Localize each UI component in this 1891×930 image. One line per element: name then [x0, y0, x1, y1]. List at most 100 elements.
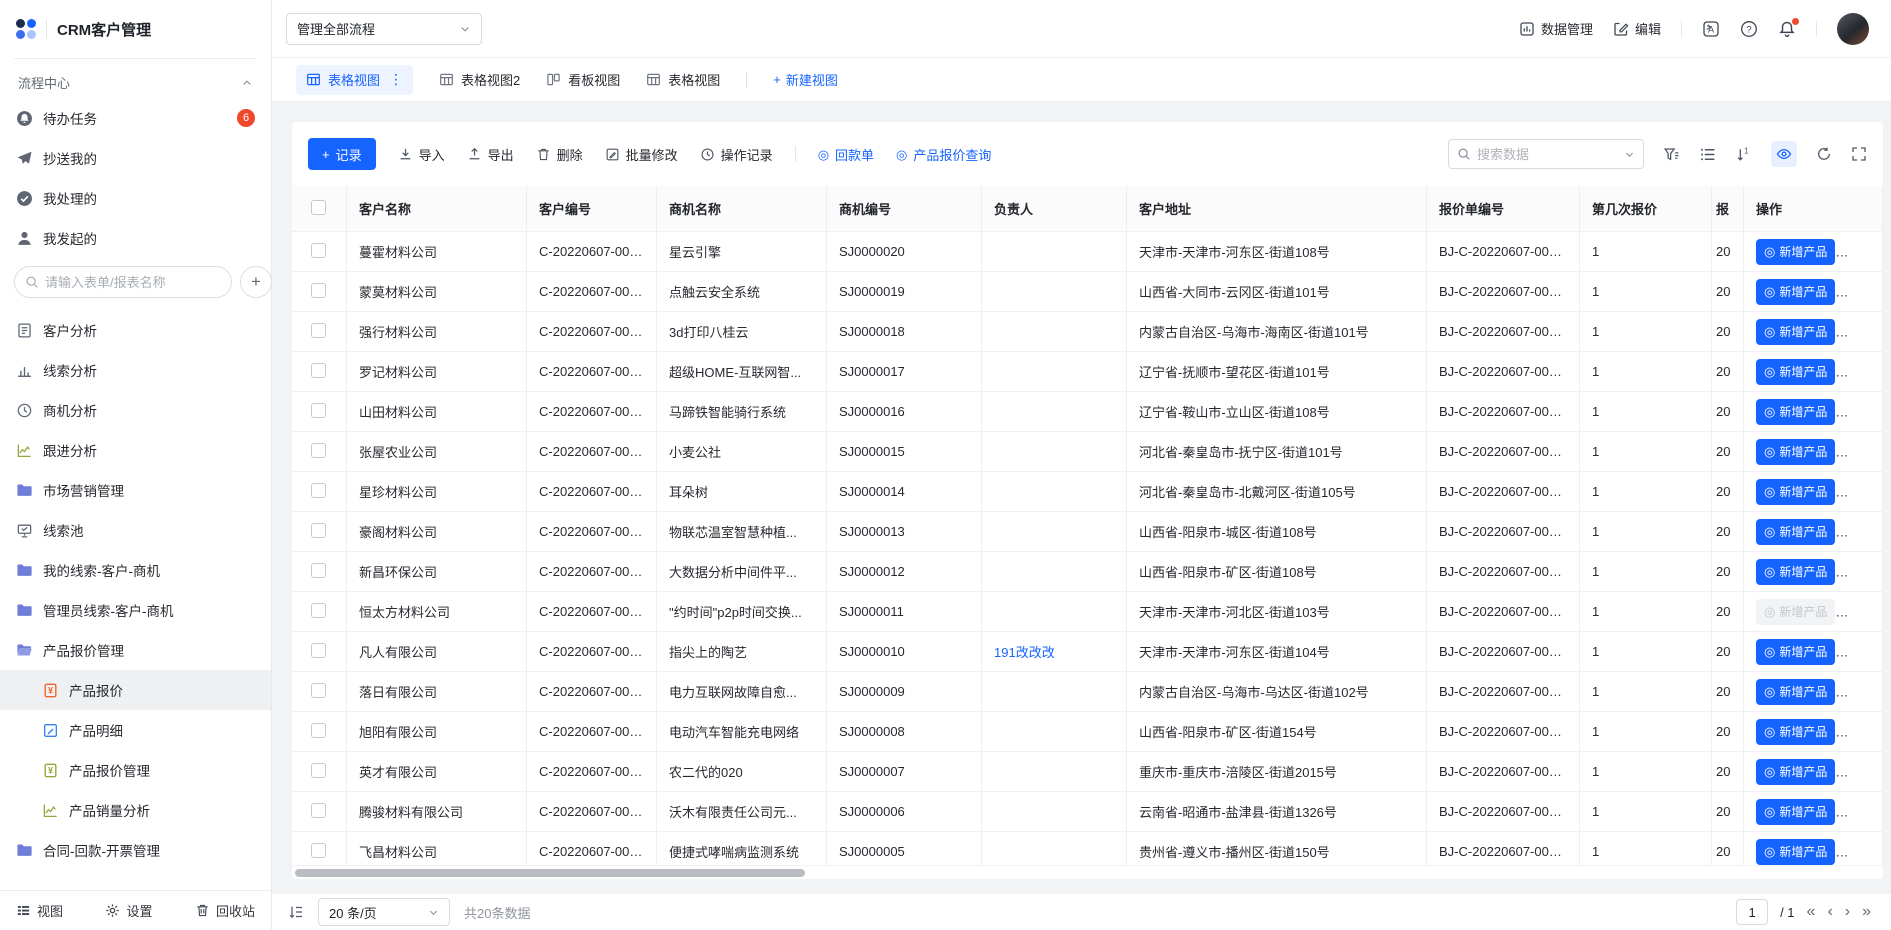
sidebar-item-todo-tasks[interactable]: 待办任务 6: [0, 98, 271, 138]
footer-settings-button[interactable]: 设置: [105, 901, 152, 920]
sidebar-item-menu[interactable]: 合同-回款-开票管理: [0, 830, 271, 870]
add-product-button[interactable]: ◎新增产品: [1756, 759, 1835, 785]
add-product-button[interactable]: ◎新增产品: [1756, 359, 1835, 385]
row-checkbox[interactable]: [311, 723, 326, 738]
row-checkbox[interactable]: [311, 363, 326, 378]
sidebar-item-active[interactable]: ¥产品报价: [0, 670, 271, 710]
payment-order-button[interactable]: ◎ 回款单: [818, 145, 874, 164]
sidebar-item-menu[interactable]: 线索分析: [0, 350, 271, 390]
batch-edit-button[interactable]: 批量修改: [605, 145, 678, 164]
row-checkbox[interactable]: [311, 283, 326, 298]
add-product-button[interactable]: ◎新增产品: [1756, 239, 1835, 265]
refresh-icon[interactable]: [1816, 146, 1832, 162]
list-icon[interactable]: [1699, 146, 1716, 163]
product-quote-query-button[interactable]: ◎ 产品报价查询: [896, 145, 991, 164]
row-checkbox[interactable]: [311, 443, 326, 458]
add-product-button[interactable]: ◎新增产品: [1756, 839, 1835, 865]
sidebar-item-menu[interactable]: 我的线索-客户-商机: [0, 550, 271, 590]
tab-menu-dots-icon[interactable]: ⋮: [389, 71, 403, 88]
tab-table-view-3[interactable]: 表格视图: [646, 70, 720, 89]
column-header[interactable]: 第几次报价: [1580, 186, 1712, 232]
new-view-button[interactable]: + 新建视图: [773, 70, 838, 89]
column-header[interactable]: 商机名称: [657, 186, 827, 232]
row-checkbox[interactable]: [311, 243, 326, 258]
column-header[interactable]: 客户名称: [347, 186, 527, 232]
page-size-select[interactable]: 20 条/页: [318, 898, 450, 926]
first-page-button[interactable]: «: [1807, 904, 1816, 920]
user-avatar[interactable]: [1837, 13, 1869, 45]
add-product-button[interactable]: ◎新增产品: [1756, 399, 1835, 425]
data-search-box[interactable]: [1448, 139, 1644, 169]
row-checkbox[interactable]: [311, 643, 326, 658]
sidebar-item-menu[interactable]: 跟进分析: [0, 430, 271, 470]
row-density-icon[interactable]: [288, 904, 304, 920]
sidebar-section-flow-center[interactable]: 流程中心: [0, 59, 271, 98]
sidebar-item-menu[interactable]: 线索池: [0, 510, 271, 550]
add-product-button[interactable]: ◎新增产品: [1756, 639, 1835, 665]
column-header[interactable]: 报价单编号: [1427, 186, 1580, 232]
add-product-button[interactable]: ◎新增产品: [1756, 319, 1835, 345]
tab-table-view-2[interactable]: 表格视图2: [439, 70, 520, 89]
notification-bell-icon[interactable]: [1778, 20, 1796, 38]
add-product-button[interactable]: ◎新增产品: [1756, 799, 1835, 825]
add-product-button[interactable]: ◎新增产品: [1756, 559, 1835, 585]
add-product-button[interactable]: ◎新增产品: [1756, 679, 1835, 705]
row-checkbox[interactable]: [311, 843, 326, 858]
sidebar-item-initiated-by-me[interactable]: 我发起的: [0, 218, 271, 258]
sidebar-item-cc-me[interactable]: 抄送我的: [0, 138, 271, 178]
import-button[interactable]: 导入: [398, 145, 445, 164]
visibility-eye-icon[interactable]: [1771, 141, 1797, 167]
column-header[interactable]: 客户编号: [527, 186, 657, 232]
form-search-input[interactable]: [45, 275, 221, 290]
sidebar-item-menu[interactable]: 产品销量分析: [0, 790, 271, 830]
export-button[interactable]: 导出: [467, 145, 514, 164]
translate-icon[interactable]: A: [1702, 20, 1720, 38]
add-product-button[interactable]: ◎新增产品: [1756, 279, 1835, 305]
delete-button[interactable]: 删除: [536, 145, 583, 164]
sort-icon[interactable]: 1: [1735, 146, 1752, 163]
scrollbar-thumb[interactable]: [295, 869, 805, 877]
sidebar-item-menu[interactable]: 市场营销管理: [0, 470, 271, 510]
sidebar-item-menu[interactable]: 管理员线索-客户-商机: [0, 590, 271, 630]
last-page-button[interactable]: »: [1862, 904, 1871, 920]
row-checkbox[interactable]: [311, 403, 326, 418]
data-management-button[interactable]: 数据管理: [1519, 19, 1593, 38]
row-checkbox[interactable]: [311, 803, 326, 818]
add-product-button[interactable]: ◎新增产品: [1756, 519, 1835, 545]
add-product-button[interactable]: ◎新增产品: [1756, 479, 1835, 505]
owner-link[interactable]: 191改改改: [994, 645, 1055, 660]
current-page-input[interactable]: 1: [1736, 899, 1768, 925]
filter-icon[interactable]: [1663, 146, 1680, 163]
add-product-button[interactable]: ◎新增产品: [1756, 599, 1835, 625]
select-all-checkbox[interactable]: [311, 200, 326, 215]
flow-select[interactable]: 管理全部流程: [286, 13, 482, 45]
data-search-input[interactable]: [1477, 147, 1618, 162]
tab-table-view-1[interactable]: 表格视图 ⋮: [296, 65, 413, 95]
add-product-button[interactable]: ◎新增产品: [1756, 439, 1835, 465]
row-checkbox[interactable]: [311, 523, 326, 538]
row-checkbox[interactable]: [311, 563, 326, 578]
sidebar-item-menu[interactable]: 产品报价管理: [0, 630, 271, 670]
footer-recycle-bin-button[interactable]: 回收站: [195, 901, 255, 920]
form-search-box[interactable]: [14, 266, 232, 298]
sidebar-item-menu[interactable]: 产品明细: [0, 710, 271, 750]
sidebar-item-handled-by-me[interactable]: 我处理的: [0, 178, 271, 218]
column-header[interactable]: 商机编号: [827, 186, 982, 232]
fullscreen-icon[interactable]: [1851, 146, 1867, 162]
prev-page-button[interactable]: ‹: [1827, 904, 1832, 920]
sidebar-item-menu[interactable]: ¥产品报价管理: [0, 750, 271, 790]
help-icon[interactable]: ?: [1740, 20, 1758, 38]
row-checkbox[interactable]: [311, 683, 326, 698]
new-record-button[interactable]: + 记录: [308, 138, 376, 170]
tab-kanban-view[interactable]: 看板视图: [546, 70, 620, 89]
row-checkbox[interactable]: [311, 483, 326, 498]
sidebar-item-menu[interactable]: 商机分析: [0, 390, 271, 430]
add-form-button[interactable]: +: [240, 266, 272, 298]
edit-button[interactable]: 编辑: [1613, 19, 1661, 38]
row-checkbox[interactable]: [311, 763, 326, 778]
add-product-button[interactable]: ◎新增产品: [1756, 719, 1835, 745]
sidebar-item-menu[interactable]: 客户分析: [0, 310, 271, 350]
footer-views-button[interactable]: 视图: [16, 901, 63, 920]
next-page-button[interactable]: ›: [1845, 904, 1850, 920]
operation-log-button[interactable]: 操作记录: [700, 145, 773, 164]
